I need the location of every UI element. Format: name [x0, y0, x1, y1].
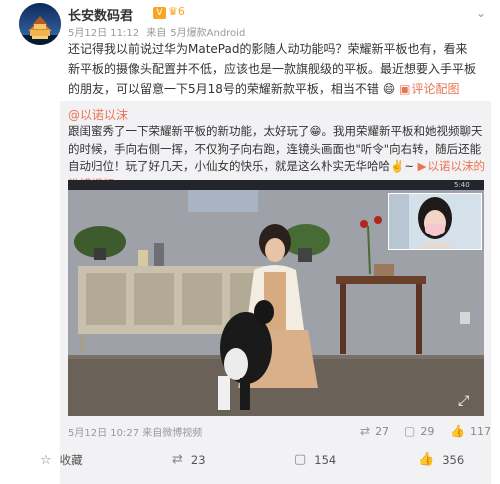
repost-author[interactable]: @以诺以沫: [68, 106, 128, 123]
repost-source-prefix: 来自: [142, 428, 163, 439]
verified-badge-icon: V: [153, 7, 166, 19]
repost-comment-button[interactable]: ▢ 29: [404, 424, 434, 438]
smile-emoji-icon: 😄: [382, 82, 396, 96]
repost-meta: 5月12日 10:27 来自微博视频: [68, 424, 202, 439]
video-time: 5:40: [454, 181, 470, 189]
video-status-bar: [68, 180, 484, 190]
vip-level-badge: ♛6: [168, 5, 185, 18]
comment-button[interactable]: ▢ 154: [294, 452, 336, 467]
repost-icon: ⇄: [172, 452, 183, 467]
star-icon: ☆: [40, 452, 52, 468]
thumbs-up-icon: 👍: [450, 424, 465, 438]
username[interactable]: 长安数码君: [68, 5, 133, 24]
repost-source[interactable]: 微博视频: [162, 428, 202, 439]
repost-like-button[interactable]: 👍 117: [450, 424, 491, 438]
source-prefix: 来自: [146, 28, 167, 39]
comment-image-link[interactable]: ▣评论配图: [399, 82, 459, 96]
comment-icon: ▢: [404, 424, 416, 438]
chevron-down-icon[interactable]: ⌄: [476, 6, 486, 20]
like-button[interactable]: 👍 356: [418, 452, 464, 467]
play-icon: ▶: [417, 159, 427, 173]
thumbs-up-icon: 👍: [418, 452, 435, 467]
image-icon: ▣: [399, 82, 411, 96]
video-call-thumbnail: [388, 193, 482, 250]
repost-button[interactable]: ⇄ 23: [172, 452, 206, 467]
post-date[interactable]: 5月12日 11:12: [68, 28, 139, 39]
fullscreen-icon[interactable]: ⤢: [458, 393, 469, 409]
post-text: 还记得我以前说过华为MatePad的影随人动功能吗？荣耀新平板也有，看来新平板的…: [68, 39, 476, 99]
avatar[interactable]: [19, 3, 61, 45]
comment-icon: ▢: [294, 452, 307, 467]
repost-repost-button[interactable]: ⇄ 27: [360, 424, 389, 438]
favorite-button[interactable]: ☆ 收藏: [40, 452, 83, 468]
repost-date[interactable]: 5月12日 10:27: [68, 428, 139, 439]
repost-icon: ⇄: [360, 424, 371, 438]
post-meta: 5月12日 11:12 来自 5月爆款Android: [68, 24, 249, 39]
post-source[interactable]: 5月爆款Android: [170, 28, 245, 39]
